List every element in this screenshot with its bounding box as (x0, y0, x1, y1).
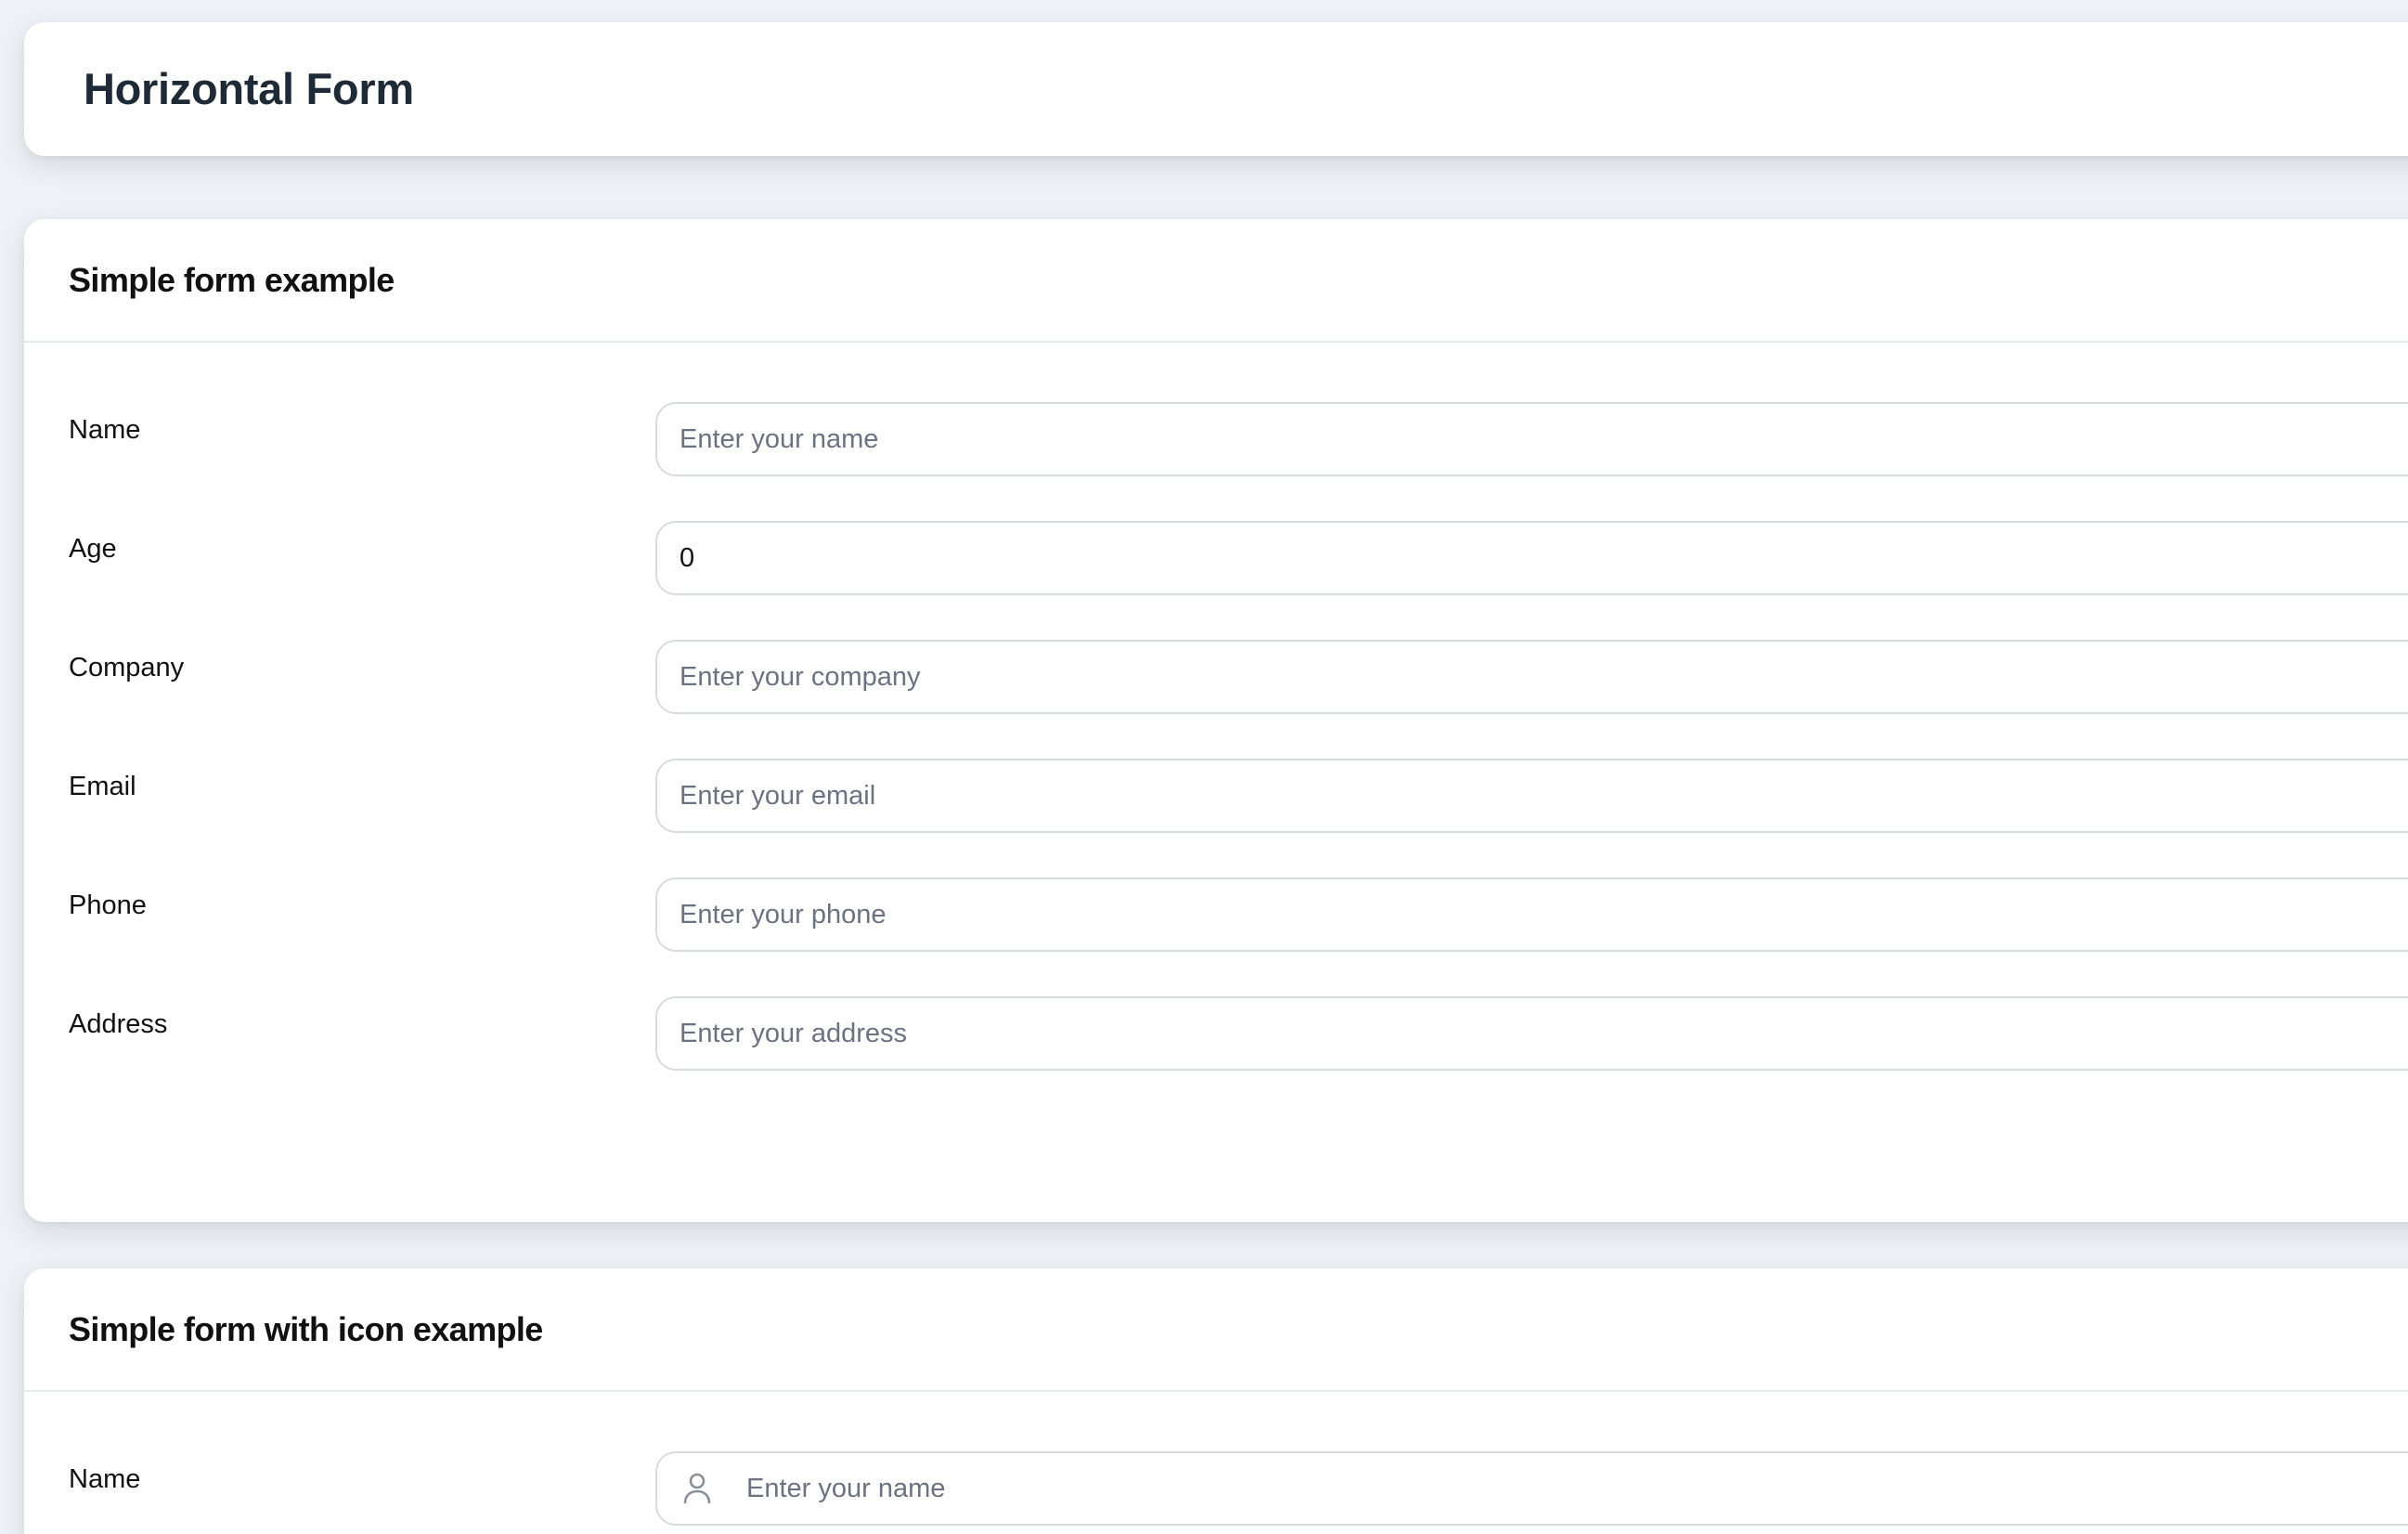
form-row-email: Email (24, 759, 2408, 833)
simple-form-header: Simple form example (24, 219, 2408, 343)
form-row-address: Address (24, 996, 2408, 1071)
phone-input[interactable] (655, 878, 2408, 952)
user-icon (681, 1470, 713, 1507)
email-label: Email (69, 772, 136, 801)
phone-label: Phone (69, 890, 147, 920)
icon-form-card: Simple form with icon example Name (24, 1268, 2408, 1534)
company-input[interactable] (655, 640, 2408, 714)
form-row-phone: Phone (24, 878, 2408, 952)
form-row-age: Age (24, 521, 2408, 595)
form-row-name: Name (24, 402, 2408, 476)
email-input[interactable] (655, 759, 2408, 833)
icon-name-label: Name (69, 1464, 141, 1494)
icon-name-input[interactable] (746, 1453, 2408, 1524)
icon-form-heading: Simple form with icon example (69, 1309, 543, 1348)
simple-form-body: Name Age Company Email Phone Address (24, 343, 2408, 1071)
icon-form-header: Simple form with icon example (24, 1268, 2408, 1392)
name-label: Name (69, 415, 141, 445)
simple-form-heading: Simple form example (69, 260, 395, 299)
page-title: Horizontal Form (84, 64, 414, 113)
icon-form-row-name: Name (24, 1451, 2408, 1526)
page: Horizontal Form Simple form example Name… (0, 0, 2408, 1534)
address-label: Address (69, 1009, 168, 1039)
age-input[interactable] (655, 521, 2408, 595)
icon-form-body: Name (24, 1392, 2408, 1526)
simple-form-card: Simple form example Name Age Company Ema… (24, 219, 2408, 1222)
age-label: Age (69, 534, 117, 564)
icon-name-field[interactable] (655, 1451, 2408, 1526)
page-title-card: Horizontal Form (24, 22, 2408, 156)
company-label: Company (69, 653, 185, 682)
name-input[interactable] (655, 402, 2408, 476)
address-input[interactable] (655, 996, 2408, 1071)
form-row-company: Company (24, 640, 2408, 714)
